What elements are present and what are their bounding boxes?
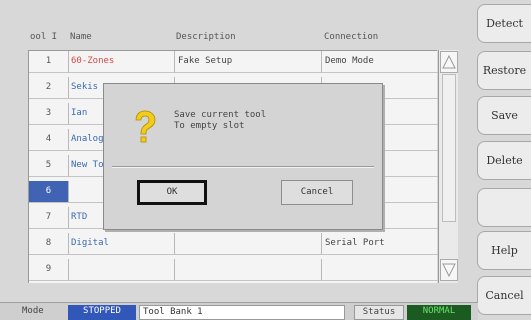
dialog-ok-button[interactable]: OK [137, 180, 207, 205]
status-normal-badge: NORMAL [407, 305, 471, 320]
table-row[interactable]: 1 60-Zones Fake Setup Demo Mode [29, 51, 438, 73]
table-scrollbar[interactable] [438, 50, 458, 283]
header-connection[interactable]: Connection [324, 32, 378, 42]
dialog-cancel-button[interactable]: Cancel [281, 180, 353, 205]
row-connection: Demo Mode [325, 56, 374, 66]
scroll-up-arrow-icon [442, 54, 456, 69]
table-row[interactable]: 9 [29, 259, 438, 281]
row-number: 8 [29, 233, 69, 254]
mode-label: Mode [22, 306, 44, 316]
blank-button[interactable] [477, 188, 531, 227]
delete-button[interactable]: Delete [477, 141, 531, 180]
row-description [175, 233, 322, 254]
tool-manager-screen: ool I Name Description Connection 1 60-Zo… [0, 0, 531, 320]
dialog-message-line1: Save current tool [174, 110, 267, 120]
row-number: 2 [29, 77, 69, 98]
scroll-thumb[interactable] [442, 74, 456, 222]
row-number: 7 [29, 207, 69, 228]
dialog-divider [112, 166, 374, 168]
header-name[interactable]: Name [70, 32, 92, 42]
scroll-down-arrow-icon [442, 263, 456, 278]
status-bar: Mode STOPPED Tool Bank 1 Status NORMAL [0, 302, 478, 320]
detect-button[interactable]: Detect [477, 4, 531, 43]
row-number: 5 [29, 155, 69, 176]
save-button[interactable]: Save [477, 96, 531, 135]
scroll-up-button[interactable] [440, 51, 458, 73]
row-connection [322, 259, 438, 280]
row-number: 9 [29, 259, 69, 280]
row-name [69, 259, 175, 280]
table-header: ool I Name Description Connection [28, 28, 458, 46]
mode-stopped-badge: STOPPED [68, 305, 136, 320]
row-name: Digital [69, 233, 175, 254]
header-tool-number[interactable]: ool I [30, 32, 57, 42]
dialog-message: Save current tool To empty slot [174, 110, 266, 132]
row-description [175, 259, 322, 280]
status-label: Status [354, 305, 404, 320]
question-mark-icon [135, 110, 156, 143]
header-description[interactable]: Description [176, 32, 236, 42]
row-name: 60-Zones [69, 51, 175, 72]
row-connection: Serial Port [325, 238, 385, 248]
dialog-message-line2: To empty slot [174, 121, 245, 131]
save-tool-dialog: Save current tool To empty slot OK Cance… [103, 83, 383, 230]
row-number: 4 [29, 129, 69, 150]
row-description: Fake Setup [175, 51, 322, 72]
table-row[interactable]: 8 Digital Serial Port [29, 233, 438, 255]
tool-bank-field[interactable]: Tool Bank 1 [139, 305, 345, 320]
restore-button[interactable]: Restore [477, 51, 531, 90]
cancel-side-button[interactable]: Cancel [477, 276, 531, 315]
help-button[interactable]: Help [477, 231, 531, 270]
scroll-down-button[interactable] [440, 259, 458, 281]
row-number: 6 [29, 181, 69, 202]
row-number: 3 [29, 103, 69, 124]
row-number: 1 [29, 51, 69, 72]
